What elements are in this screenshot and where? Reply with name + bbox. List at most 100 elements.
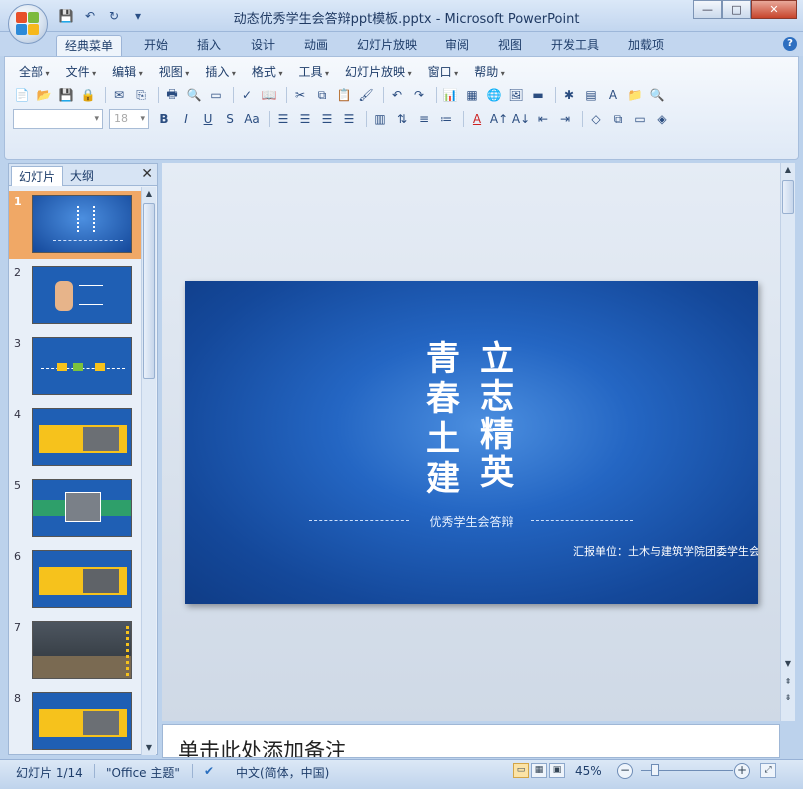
slide-thumbnail[interactable]: 3 (9, 333, 141, 401)
font-name-dropdown[interactable] (13, 109, 103, 129)
print-icon[interactable]: 🖶 (163, 86, 181, 104)
scroll-thumb[interactable] (143, 203, 155, 379)
slide-sorter-icon[interactable]: ▦ (531, 763, 547, 778)
zoom-level[interactable]: 45% (575, 764, 602, 778)
copy-icon[interactable]: ⧉ (313, 86, 331, 104)
bullets-icon[interactable]: ≔ (437, 110, 455, 128)
table-icon[interactable]: ▦ (463, 86, 481, 104)
zoom-in-icon[interactable]: + (734, 763, 750, 779)
slideshow-view-icon[interactable]: ▣ (549, 763, 565, 778)
slide-thumbnail[interactable]: 4 (9, 404, 141, 472)
italic-icon[interactable]: I (177, 110, 195, 128)
align-center-icon[interactable]: ☰ (296, 110, 314, 128)
layout-icon[interactable]: ▤ (582, 86, 600, 104)
zoom-slider-knob[interactable] (651, 764, 659, 776)
close-button[interactable]: ✕ (751, 0, 797, 19)
current-slide[interactable]: 立 志 精 英 青 春 土 建 优秀学生会答辩 汇报单位：土木与建筑学院团委学生… (185, 281, 758, 604)
cut-icon[interactable]: ✂ (291, 86, 309, 104)
new-file-icon[interactable]: 📄 (13, 86, 31, 104)
tab-outline[interactable]: 大纲 (63, 166, 101, 186)
menu-insert[interactable]: 插入 (197, 63, 244, 81)
scroll-down-icon[interactable]: ▼ (142, 741, 156, 755)
thumbnails-scrollbar[interactable]: ▲ ▼ (141, 187, 156, 755)
menu-slideshow[interactable]: 幻灯片放映 (337, 63, 420, 81)
email-icon[interactable]: ✉ (110, 86, 128, 104)
scroll-thumb[interactable] (782, 180, 794, 214)
shadow-icon[interactable]: S (221, 110, 239, 128)
align-left-icon[interactable]: ☰ (274, 110, 292, 128)
help-icon[interactable]: ? (783, 37, 797, 51)
shrink-font-icon[interactable]: A↓ (512, 110, 530, 128)
grow-font-icon[interactable]: A↑ (490, 110, 508, 128)
previous-slide-icon[interactable]: ⇞ (781, 675, 795, 689)
redo-icon[interactable]: ↷ (410, 86, 428, 104)
folder-icon[interactable]: 📁 (626, 86, 644, 104)
permission-icon[interactable]: 🔒 (79, 86, 97, 104)
tab-view[interactable]: 视图 (490, 35, 530, 56)
menu-file[interactable]: 文件 (58, 63, 105, 81)
print-preview-icon[interactable]: 🔍 (185, 86, 203, 104)
tab-slideshow[interactable]: 幻灯片放映 (349, 35, 425, 56)
menu-edit[interactable]: 编辑 (104, 63, 151, 81)
scroll-up-icon[interactable]: ▲ (142, 187, 156, 201)
slide-thumbnail[interactable]: 8 (9, 688, 141, 755)
undo-icon[interactable]: ↶ (388, 86, 406, 104)
publish-icon[interactable]: ⎘ (132, 86, 150, 104)
shape-fill-icon[interactable]: ◈ (653, 110, 671, 128)
research-icon[interactable]: 📖 (260, 86, 278, 104)
numbering-icon[interactable]: ≡ (415, 110, 433, 128)
slide-thumbnail[interactable]: 5 (9, 475, 141, 543)
fit-to-window-icon[interactable]: ⤢ (760, 763, 776, 778)
font-color-icon[interactable]: A (468, 110, 486, 128)
menu-tools[interactable]: 工具 (290, 63, 337, 81)
font-size-dropdown[interactable]: 18 (109, 109, 149, 129)
bold-icon[interactable]: B (155, 110, 173, 128)
quick-styles-icon[interactable]: ▭ (631, 110, 649, 128)
next-slide-icon[interactable]: ⇟ (781, 691, 795, 705)
line-style-icon[interactable]: ▬ (529, 86, 547, 104)
menu-view[interactable]: 视图 (151, 63, 198, 81)
textbox-icon[interactable]: A (604, 86, 622, 104)
shapes-icon[interactable]: ◇ (587, 110, 605, 128)
change-case-icon[interactable]: Aa (243, 110, 261, 128)
tab-home[interactable]: 开始 (136, 35, 176, 56)
text-direction-icon[interactable]: ⇅ (393, 110, 411, 128)
tab-design[interactable]: 设计 (243, 35, 283, 56)
underline-icon[interactable]: U (199, 110, 217, 128)
normal-view-icon[interactable]: ▭ (513, 763, 529, 778)
office-button[interactable] (8, 4, 48, 44)
menu-all[interactable]: 全部 (11, 63, 58, 81)
decrease-indent-icon[interactable]: ⇤ (534, 110, 552, 128)
minimize-button[interactable]: — (693, 0, 722, 19)
slide-thumbnail[interactable]: 2 (9, 262, 141, 330)
slide-thumbnail[interactable]: 7 (9, 617, 141, 685)
chart-icon[interactable]: 📊 (441, 86, 459, 104)
arrange-icon[interactable]: ⧉ (609, 110, 627, 128)
menu-help[interactable]: 帮助 (466, 63, 513, 81)
tab-animation[interactable]: 动画 (296, 35, 336, 56)
scroll-down-icon[interactable]: ▼ (781, 657, 795, 671)
slide-thumbnail[interactable]: 1 (9, 191, 141, 259)
tab-addins[interactable]: 加载项 (620, 35, 672, 56)
spelling-icon[interactable]: ✓ (238, 86, 256, 104)
tab-slides[interactable]: 幻灯片 (11, 166, 64, 186)
columns-icon[interactable]: ▥ (371, 110, 389, 128)
language[interactable]: 中文(简体，中国) (236, 764, 329, 781)
scroll-up-icon[interactable]: ▲ (781, 163, 795, 177)
tab-insert[interactable]: 插入 (189, 35, 229, 56)
spell-check-icon[interactable]: ✔ (204, 764, 214, 778)
increase-indent-icon[interactable]: ⇥ (556, 110, 574, 128)
format-painter-icon[interactable]: 🖌 (357, 86, 375, 104)
justify-icon[interactable]: ☰ (340, 110, 358, 128)
maximize-button[interactable]: □ (722, 0, 751, 19)
slide-icon[interactable]: ▭ (207, 86, 225, 104)
picture-icon[interactable]: 🖼 (507, 86, 525, 104)
save-icon[interactable]: 💾 (57, 86, 75, 104)
tab-classic-menu[interactable]: 经典菜单 (56, 35, 123, 56)
tab-developer[interactable]: 开发工具 (543, 35, 607, 56)
zoom-out-icon[interactable]: − (617, 763, 633, 779)
slide-scrollbar[interactable]: ▲ ▼ ⇞ ⇟ (780, 163, 795, 721)
paste-icon[interactable]: 📋 (335, 86, 353, 104)
zoom-icon[interactable]: 🔍 (648, 86, 666, 104)
slide-thumbnail[interactable]: 6 (9, 546, 141, 614)
